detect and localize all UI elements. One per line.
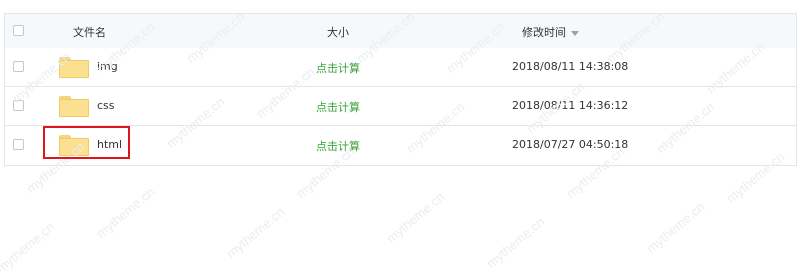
folder-icon[interactable] — [59, 96, 89, 117]
row-checkbox[interactable] — [13, 100, 24, 111]
watermark: mytheme.cn — [643, 198, 708, 257]
watermark: mytheme.cn — [93, 183, 158, 242]
calculate-size-link[interactable]: 点击计算 — [316, 138, 360, 154]
table-row[interactable]: img 点击计算 2018/08/11 14:38:08 — [5, 48, 796, 87]
watermark: mytheme.cn — [483, 213, 548, 271]
highlight-annotation — [43, 126, 130, 159]
watermark: mytheme.cn — [383, 188, 448, 247]
modified-time: 2018/08/11 14:38:08 — [512, 60, 629, 73]
row-checkbox[interactable] — [13, 61, 24, 72]
table-row[interactable]: css 点击计算 2018/08/11 14:36:12 — [5, 87, 796, 126]
folder-icon[interactable] — [59, 57, 89, 78]
modified-time: 2018/07/27 04:50:18 — [512, 138, 629, 151]
column-header-modified[interactable]: 修改时间 — [522, 24, 579, 40]
column-header-name[interactable]: 文件名 — [73, 24, 106, 40]
watermark: mytheme.cn — [223, 203, 288, 262]
file-name-link[interactable]: img — [97, 60, 118, 73]
table-header: 文件名 大小 修改时间 — [5, 14, 796, 49]
watermark: mytheme.cn — [0, 218, 58, 271]
calculate-size-link[interactable]: 点击计算 — [316, 99, 360, 115]
sort-desc-icon[interactable] — [571, 30, 579, 36]
row-checkbox[interactable] — [13, 139, 24, 150]
select-all-checkbox[interactable] — [13, 25, 24, 36]
file-name-link[interactable]: css — [97, 99, 115, 112]
column-header-size[interactable]: 大小 — [327, 24, 349, 40]
modified-time: 2018/08/11 14:36:12 — [512, 99, 629, 112]
calculate-size-link[interactable]: 点击计算 — [316, 60, 360, 76]
column-header-modified-label: 修改时间 — [522, 26, 566, 39]
